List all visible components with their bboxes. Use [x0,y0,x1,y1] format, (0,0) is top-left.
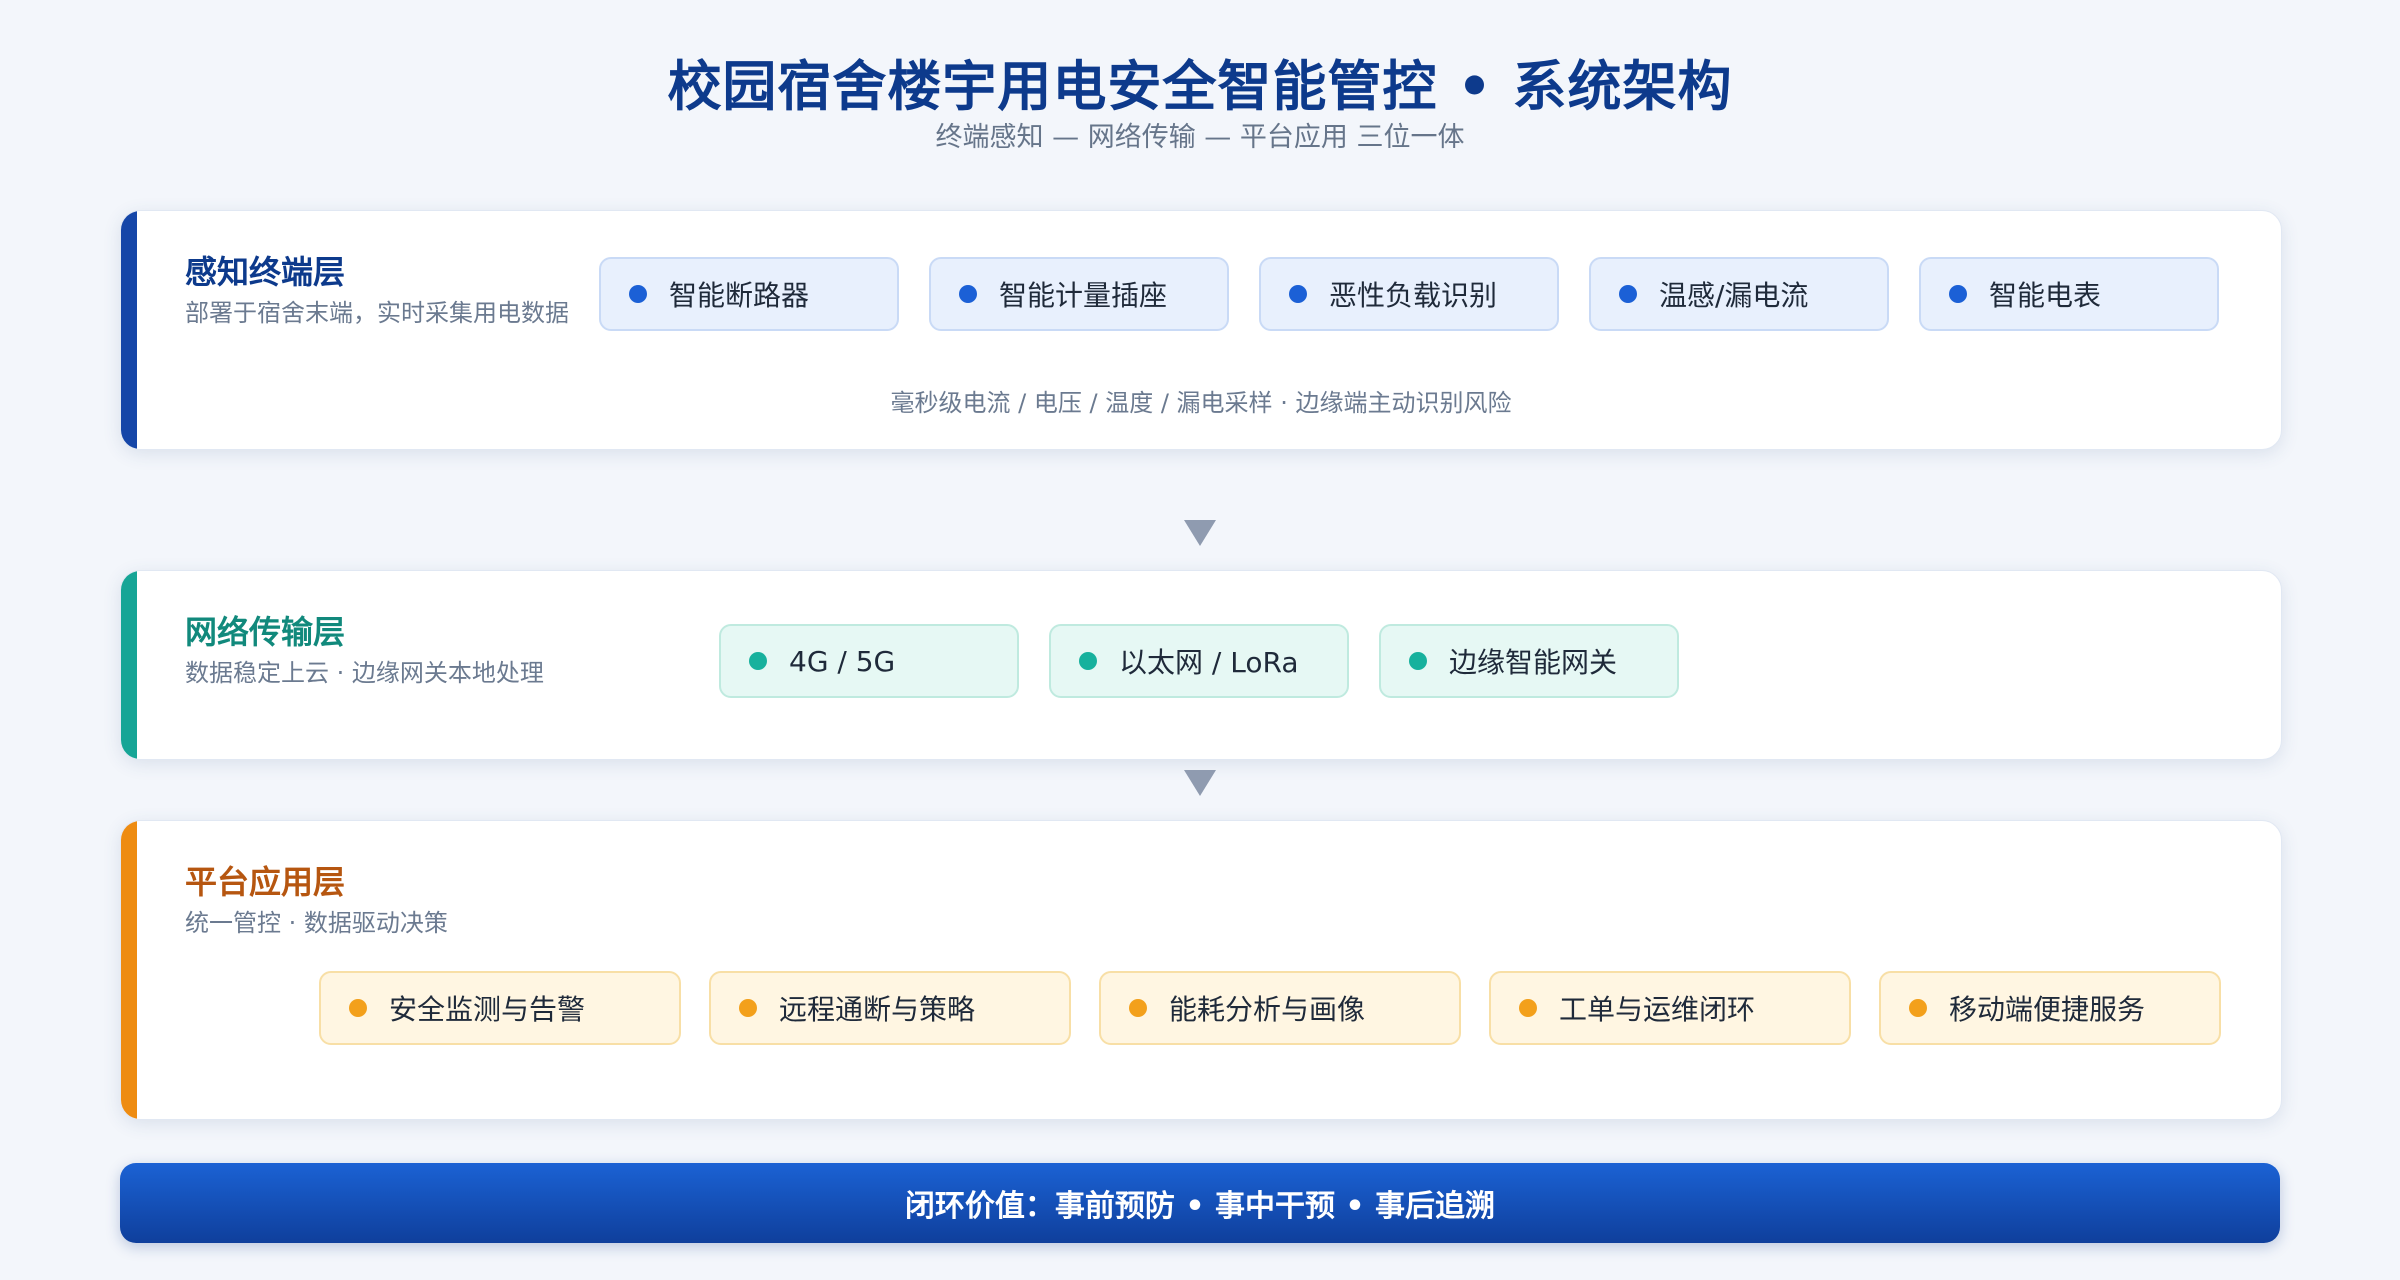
bullet-dot-icon [1289,285,1307,303]
bullet-dot-icon [1079,652,1097,670]
component-chip: 智能断路器 [599,257,899,331]
bullet-dot-icon [739,999,757,1017]
chip-label: 远程通断与策略 [779,993,976,1026]
layer-note: 毫秒级电流 / 电压 / 温度 / 漏电采样 · 边缘端主动识别风险 [890,389,1512,417]
layer-title: 平台应用层 [185,863,346,901]
chip-label: 安全监测与告警 [389,993,586,1026]
layer-network: 网络传输层 数据稳定上云 · 边缘网关本地处理 4G / 5G 以太网 / Lo… [120,570,2282,760]
component-chip: 边缘智能网关 [1379,624,1679,698]
layer-description: 统一管控 · 数据驱动决策 [185,909,448,937]
layer-platform: 平台应用层 统一管控 · 数据驱动决策 安全监测与告警 远程通断与策略 能耗分析… [120,820,2282,1120]
chip-label: 温感/漏电流 [1659,279,1809,312]
component-chip: 智能计量插座 [929,257,1229,331]
component-chip: 智能电表 [1919,257,2219,331]
component-chip: 4G / 5G [719,624,1019,698]
component-chip: 远程通断与策略 [709,971,1071,1045]
layer-title: 网络传输层 [185,613,346,651]
down-arrow-icon [1184,520,1216,546]
layer-description: 数据稳定上云 · 边缘网关本地处理 [185,659,544,687]
bullet-dot-icon [959,285,977,303]
bullet-dot-icon [1409,652,1427,670]
component-chip: 工单与运维闭环 [1489,971,1851,1045]
layer-title: 感知终端层 [185,253,346,291]
component-chip: 能耗分析与画像 [1099,971,1461,1045]
chip-label: 工单与运维闭环 [1559,993,1756,1026]
chip-label: 边缘智能网关 [1449,646,1618,679]
bullet-dot-icon [1949,285,1967,303]
component-chip: 温感/漏电流 [1589,257,1889,331]
accent-bar [121,571,137,759]
banner-text: 闭环价值：事前预防 • 事中干预 • 事后追溯 [904,1189,1496,1224]
chip-label: 恶性负载识别 [1329,279,1498,312]
bullet-dot-icon [749,652,767,670]
chip-label: 4G / 5G [789,644,896,678]
chip-label: 移动端便捷服务 [1949,993,2146,1026]
layer-description: 部署于宿舍末端，实时采集用电数据 [185,299,569,327]
layer-sensing: 感知终端层 部署于宿舍末端，实时采集用电数据 智能断路器 智能计量插座 恶性负载… [120,210,2282,450]
bullet-dot-icon [1519,999,1537,1017]
chip-label: 智能断路器 [669,279,810,312]
bullet-dot-icon [1619,285,1637,303]
down-arrow-icon [1184,770,1216,796]
component-chip: 以太网 / LoRa [1049,624,1349,698]
chip-label: 智能计量插座 [999,279,1168,312]
page-title: 校园宿舍楼宇用电安全智能管控 • 系统架构 [667,55,1733,118]
value-banner: 闭环价值：事前预防 • 事中干预 • 事后追溯 [120,1163,2280,1243]
accent-bar [121,821,137,1119]
component-chip: 移动端便捷服务 [1879,971,2221,1045]
bullet-dot-icon [349,999,367,1017]
component-chip: 安全监测与告警 [319,971,681,1045]
chip-label: 智能电表 [1989,279,2102,312]
chip-label: 以太网 / LoRa [1119,646,1299,679]
component-chip: 恶性负载识别 [1259,257,1559,331]
page-subtitle: 终端感知 — 网络传输 — 平台应用 三位一体 [935,122,1465,153]
bullet-dot-icon [1129,999,1147,1017]
bullet-dot-icon [629,285,647,303]
bullet-dot-icon [1909,999,1927,1017]
chip-label: 能耗分析与画像 [1169,993,1366,1026]
